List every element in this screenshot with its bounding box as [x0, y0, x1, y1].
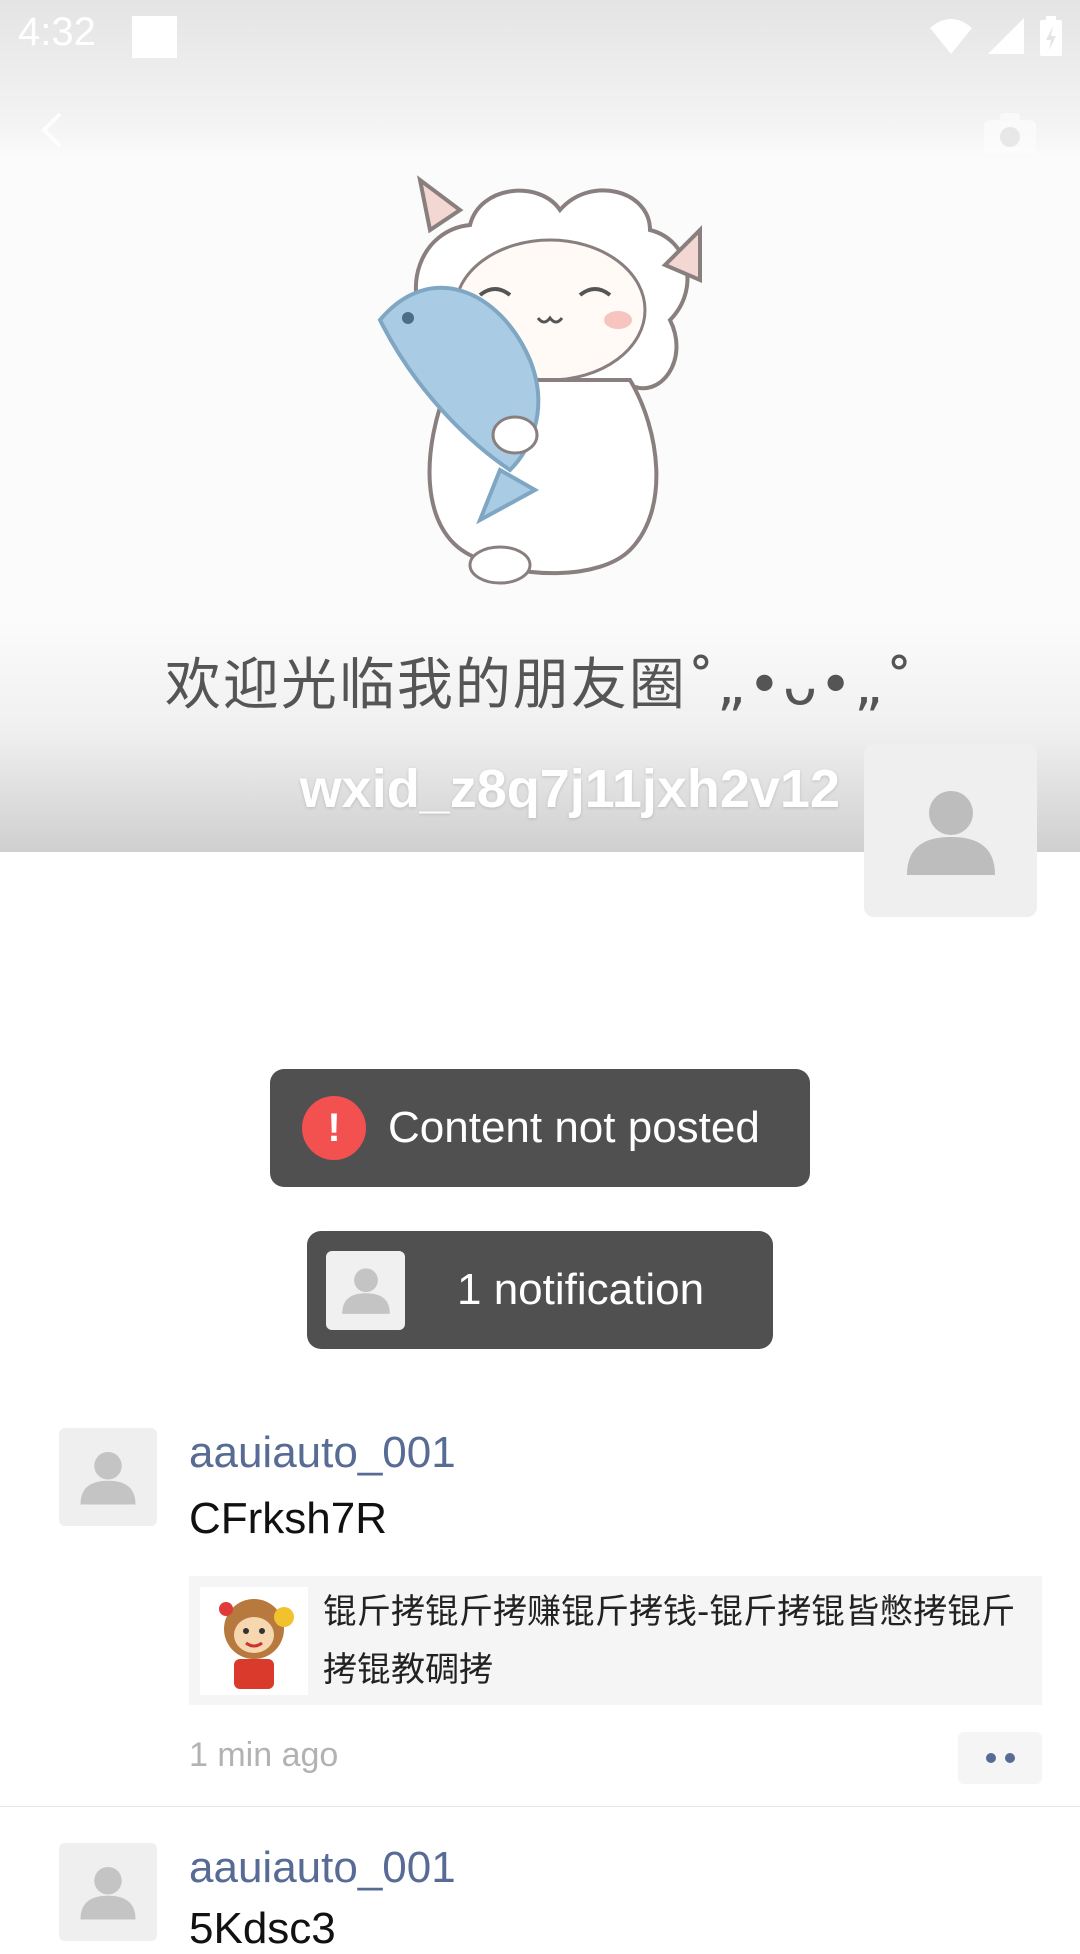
more-dots-icon: [985, 1753, 996, 1763]
profile-username[interactable]: wxid_z8q7j11jxh2v12: [300, 758, 840, 820]
default-avatar-icon: [80, 1867, 136, 1920]
default-avatar-icon: [341, 1268, 390, 1314]
post-avatar[interactable]: [59, 1843, 157, 1941]
status-time: 4:32: [18, 10, 96, 54]
notification-square-icon: [132, 16, 177, 58]
post-username[interactable]: aauiauto_001: [189, 1843, 456, 1893]
notification-text: 1 notification: [457, 1265, 705, 1314]
post-divider: [0, 1806, 1080, 1807]
default-avatar-icon: [906, 790, 995, 875]
shared-link-card[interactable]: 锟斤拷锟斤拷赚锟斤拷钱-锟斤拷锟皆憋拷锟斤拷锟教碉拷: [189, 1576, 1042, 1705]
cover-welcome-text: 欢迎光临我的朋友圈˚„•ᴗ•„˚: [164, 653, 916, 718]
post-text: CFrksh7R: [189, 1494, 388, 1543]
post-username[interactable]: aauiauto_001: [189, 1428, 456, 1478]
signal-icon: [988, 18, 1024, 54]
post-text: 5Kdsc3: [189, 1904, 336, 1953]
cat-illustration: [377, 175, 702, 585]
status-bar: 4:32: [0, 0, 1080, 75]
back-arrow-icon[interactable]: [34, 108, 74, 152]
notification-avatar: [326, 1250, 405, 1330]
error-toast: ! Content not posted: [270, 1069, 810, 1187]
wifi-icon: [930, 19, 972, 54]
link-title: 锟斤拷锟斤拷赚锟斤拷钱-锟斤拷锟皆憋拷锟斤拷锟教碉拷: [323, 1591, 1016, 1690]
battery-icon: [1040, 16, 1062, 56]
camera-icon[interactable]: [980, 110, 1040, 156]
more-actions-button[interactable]: [958, 1732, 1042, 1784]
post-time: 1 min ago: [189, 1736, 339, 1774]
default-avatar-icon: [80, 1452, 136, 1505]
status-icons: [930, 14, 1062, 58]
profile-avatar[interactable]: [864, 744, 1037, 917]
error-toast-text: Content not posted: [388, 1103, 760, 1152]
notification-button[interactable]: 1 notification: [307, 1231, 773, 1349]
error-icon: !: [302, 1096, 366, 1160]
cover-image[interactable]: 欢迎光临我的朋友圈˚„•ᴗ•„˚ wxid_z8q7j11jxh2v12: [0, 0, 1080, 852]
link-thumbnail: [200, 1586, 308, 1695]
more-dots-icon: [1004, 1753, 1015, 1763]
post-avatar[interactable]: [59, 1428, 157, 1526]
